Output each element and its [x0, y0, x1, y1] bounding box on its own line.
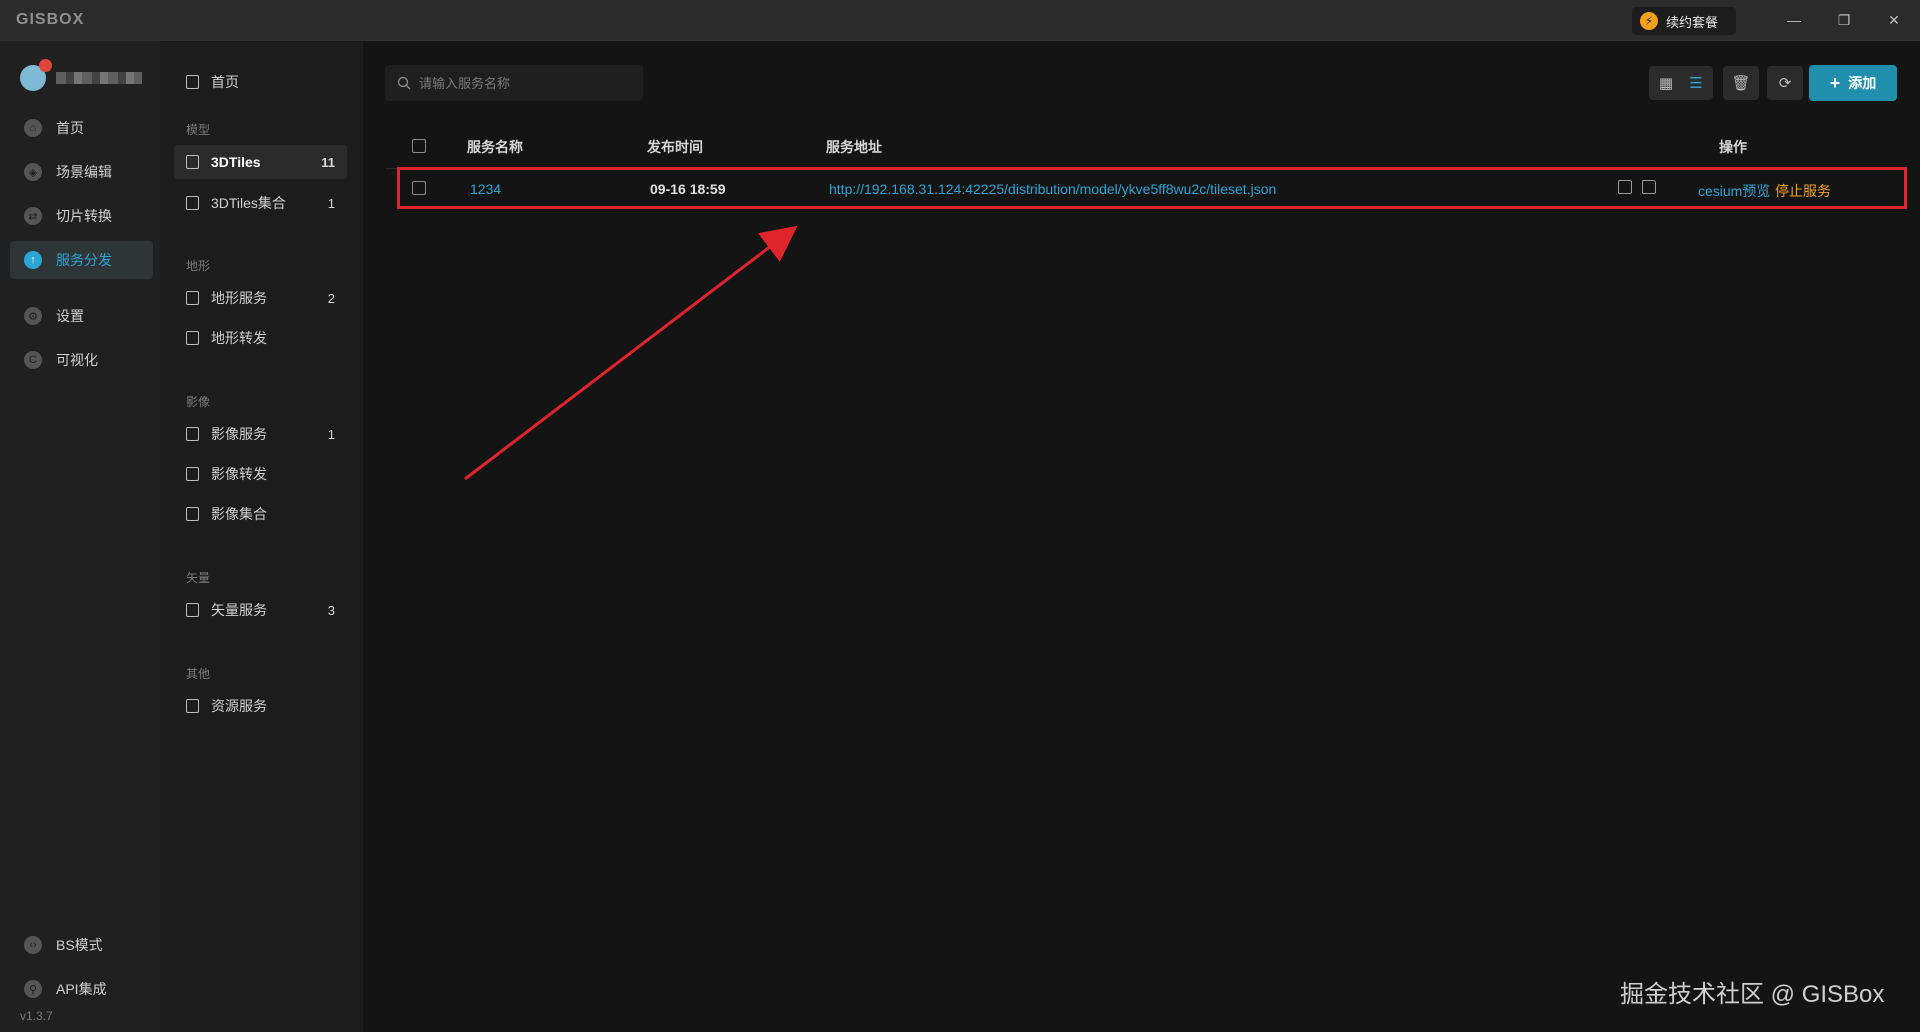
group-title-terrain: 地形 — [186, 259, 211, 273]
terrain-forward-icon — [186, 331, 199, 345]
renew-label: 续约套餐 — [1666, 14, 1719, 30]
category-count: 1 — [327, 426, 335, 442]
nav-item-label: 场景编辑 — [56, 164, 112, 180]
swap-icon: ⇄ — [24, 207, 42, 225]
category-label: 地形转发 — [211, 330, 267, 346]
category-3dtiles[interactable]: 3DTiles 11 — [174, 145, 347, 179]
category-terrain-forward[interactable]: 地形转发 — [174, 321, 347, 355]
category-label: 3DTiles集合 — [211, 195, 286, 211]
api-icon: ⚲ — [24, 980, 42, 998]
category-panel: 首页 模型 3DTiles 11 3DTiles集合 1 地形 地形服务 2 地… — [160, 41, 363, 1032]
nav-item-label: 切片转换 — [56, 208, 112, 224]
image-forward-icon — [186, 467, 199, 481]
image-collection-icon — [186, 507, 199, 521]
lightning-icon: ⚡ — [1640, 12, 1658, 30]
category-home[interactable]: 首页 — [174, 65, 347, 99]
home-icon — [186, 75, 199, 89]
restore-icon[interactable]: ❐ — [1834, 10, 1854, 30]
notification-badge — [39, 59, 52, 72]
category-count: 11 — [321, 154, 335, 170]
left-navigation: ⌂ 首页 ◈ 场景编辑 ⇄ 切片转换 ↑ 服务分发 ⚙ 设置 C 可视化 ‹› … — [0, 41, 160, 1032]
nav-item-tile-convert[interactable]: ⇄ 切片转换 — [10, 197, 153, 235]
category-label: 影像转发 — [211, 466, 267, 482]
watermark: 掘金技术社区 @ GISBox — [1620, 981, 1885, 1008]
group-title-imagery: 影像 — [186, 395, 211, 409]
upload-icon: ↑ — [24, 251, 42, 269]
visual-icon: C — [24, 351, 42, 369]
category-imagery-forward[interactable]: 影像转发 — [174, 457, 347, 491]
cube-icon: ◈ — [24, 163, 42, 181]
avatar — [20, 59, 52, 91]
group-title-other: 其他 — [186, 667, 211, 681]
title-bar: GISBOX ⚡ 续约套餐 — ❐ ✕ — [0, 0, 1920, 41]
nav-item-bs-mode[interactable]: ‹› BS模式 — [10, 926, 153, 964]
annotation-arrow — [464, 225, 798, 481]
category-label: 影像集合 — [211, 506, 267, 522]
nav-item-settings[interactable]: ⚙ 设置 — [10, 297, 153, 335]
category-label: 地形服务 — [211, 290, 267, 306]
group-title-model: 模型 — [186, 123, 211, 137]
category-label: 资源服务 — [211, 698, 267, 714]
category-3dtiles-collection[interactable]: 3DTiles集合 1 — [174, 186, 347, 220]
image-icon — [186, 427, 199, 441]
category-label: 影像服务 — [211, 426, 267, 442]
document-icon — [186, 196, 199, 210]
category-label: 3DTiles — [211, 154, 261, 170]
category-count: 1 — [327, 195, 335, 211]
code-icon: ‹› — [24, 936, 42, 954]
gear-icon: ⚙ — [24, 307, 42, 325]
home-icon: ⌂ — [24, 119, 42, 137]
nav-item-label: 服务分发 — [56, 252, 112, 268]
category-count: 2 — [327, 290, 335, 306]
category-count: 3 — [327, 602, 335, 618]
app-logo: GISBOX — [16, 11, 85, 28]
group-title-vector: 矢量 — [186, 571, 211, 585]
nav-item-scene-edit[interactable]: ◈ 场景编辑 — [10, 153, 153, 191]
close-icon[interactable]: ✕ — [1884, 10, 1904, 30]
terrain-icon — [186, 291, 199, 305]
category-vector-service[interactable]: 矢量服务 3 — [174, 593, 347, 627]
category-imagery-service[interactable]: 影像服务 1 — [174, 417, 347, 451]
category-imagery-collection[interactable]: 影像集合 — [174, 497, 347, 531]
username-blurred — [56, 72, 142, 84]
vector-icon — [186, 603, 199, 617]
main-content: ▦ ☰ 🗑 ⟳ + 添加 服务名称 发布时间 服务地址 操作 1234 09-1… — [363, 41, 1920, 1032]
user-profile[interactable] — [20, 59, 142, 91]
nav-item-api-integration[interactable]: ⚲ API集成 — [10, 970, 153, 1008]
nav-item-service-distribution[interactable]: ↑ 服务分发 — [10, 241, 153, 279]
nav-item-label: 可视化 — [56, 352, 98, 368]
nav-item-label: BS模式 — [56, 937, 103, 953]
renew-package-button[interactable]: ⚡ 续约套餐 — [1632, 7, 1736, 35]
app-version: v1.3.7 — [20, 1009, 53, 1023]
minimize-icon[interactable]: — — [1784, 10, 1804, 30]
nav-item-label: 设置 — [56, 308, 84, 324]
category-resource-service[interactable]: 资源服务 — [174, 689, 347, 723]
document-icon — [186, 155, 199, 169]
nav-item-label: 首页 — [56, 120, 84, 136]
category-label: 矢量服务 — [211, 602, 267, 618]
category-label: 首页 — [211, 74, 239, 90]
nav-item-home[interactable]: ⌂ 首页 — [10, 109, 153, 147]
resource-icon — [186, 699, 199, 713]
category-terrain-service[interactable]: 地形服务 2 — [174, 281, 347, 315]
nav-item-visualization[interactable]: C 可视化 — [10, 341, 153, 379]
nav-item-label: API集成 — [56, 981, 107, 997]
